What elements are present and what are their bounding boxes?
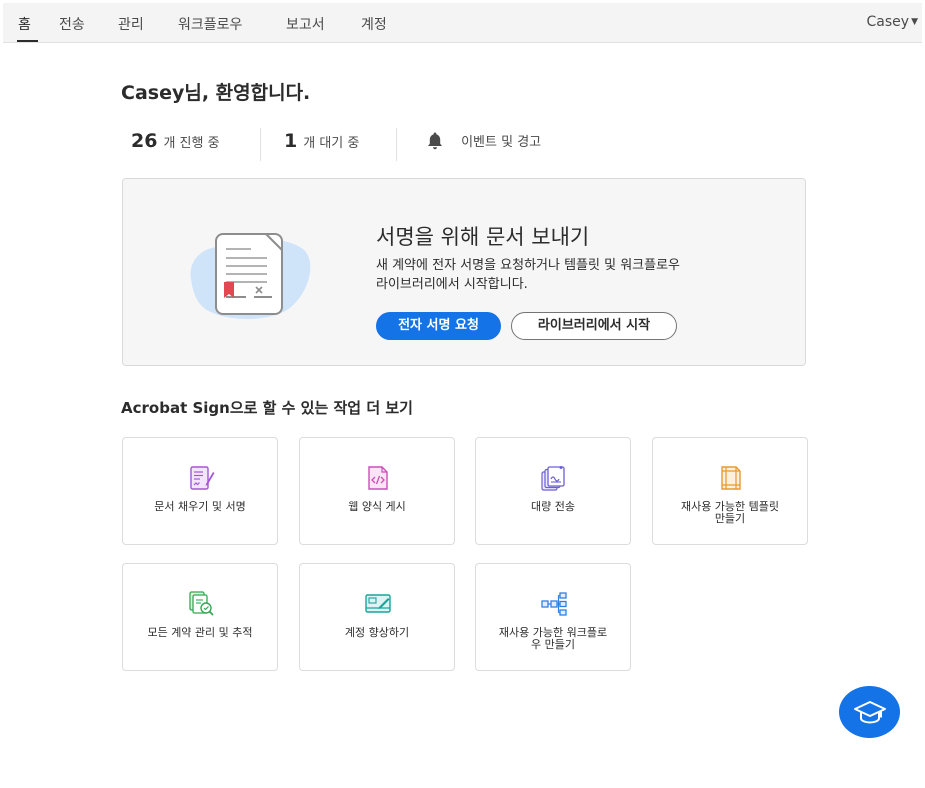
send-for-signature-card: 서명을 위해 문서 보내기 새 계약에 전자 서명을 요청하거나 템플릿 및 워… [122,178,806,366]
stat-events[interactable]: 이벤트 및 경고 [426,130,541,160]
nav-home[interactable]: 홈 [18,14,31,34]
card-label: 대량 전송 [531,500,575,513]
card-fill-and-sign[interactable]: 문서 채우기 및 서명 [122,437,278,545]
hero-description-line: 라이브러리에서 시작합니다. [376,277,528,292]
nav-send[interactable]: 전송 [59,14,85,34]
hero-title: 서명을 위해 문서 보내기 [376,225,590,249]
more-tasks-title: Acrobat Sign으로 할 수 있는 작업 더 보기 [121,399,413,417]
stat-waiting[interactable]: 1 개 대기 중 [284,130,359,160]
nav-account[interactable]: 계정 [361,14,387,34]
account-upgrade-icon [365,594,391,613]
in-progress-label: 개 진행 중 [163,135,220,151]
card-label: 재사용 가능한 템플릿 만들기 [661,501,799,525]
stat-in-progress[interactable]: 26 개 진행 중 [131,130,220,160]
nav-manage[interactable]: 관리 [118,14,144,34]
start-from-library-button[interactable]: 라이브러리에서 시작 [511,312,677,340]
card-reusable-template[interactable]: 재사용 가능한 템플릿 만들기 [652,437,808,545]
waiting-count: 1 [284,130,298,152]
events-label: 이벤트 및 경고 [461,135,542,150]
manage-track-icon [189,591,214,616]
learn-help-button[interactable] [839,686,900,738]
in-progress-count: 26 [131,130,158,152]
web-form-icon [368,466,388,490]
document-illustration [190,233,311,319]
stat-divider [396,128,397,161]
nav-workflow[interactable]: 워크플로우 [178,14,242,34]
nav-reports[interactable]: 보고서 [286,14,325,34]
card-label-line: 우 만들기 [531,638,575,651]
hero-description: 새 계약에 전자 서명을 요청하거나 템플릿 및 워크플로우 라이브러리에서 시… [376,256,756,294]
card-bulk-send[interactable]: 대량 전송 [475,437,631,545]
user-name: Casey [866,14,910,30]
card-upgrade-account[interactable]: 계정 향상하기 [299,563,455,671]
card-label: 문서 채우기 및 서명 [154,500,246,513]
card-publish-web-form[interactable]: 웹 양식 게시 [299,437,455,545]
card-label: 모든 계약 관리 및 추적 [147,626,253,639]
fill-sign-icon [190,466,215,490]
waiting-label: 개 대기 중 [303,135,360,151]
bell-icon [428,132,442,149]
graduation-cap-icon [854,701,886,724]
template-icon [721,466,741,490]
card-reusable-workflow[interactable]: 재사용 가능한 워크플로 우 만들기 [475,563,631,671]
hero-description-line: 새 계약에 전자 서명을 요청하거나 템플릿 및 워크플로우 [376,258,681,273]
bulk-send-icon [541,466,565,491]
card-manage-track[interactable]: 모든 계약 관리 및 추적 [122,563,278,671]
workflow-icon [541,592,567,616]
stat-divider [260,128,261,161]
request-signature-button[interactable]: 전자 서명 요청 [376,312,501,340]
top-nav: 홈 전송 관리 워크플로우 보고서 계정 Casey ▼ [3,3,922,43]
chevron-down-icon: ▼ [911,17,918,27]
card-label-line: 만들기 [714,512,746,525]
active-tab-indicator [17,40,38,42]
card-label: 웹 양식 게시 [348,500,406,513]
welcome-title: Casey님, 환영합니다. [121,82,311,104]
user-menu[interactable]: Casey ▼ [867,14,918,30]
card-label: 재사용 가능한 워크플로 우 만들기 [484,627,622,651]
card-label: 계정 향상하기 [344,626,410,639]
